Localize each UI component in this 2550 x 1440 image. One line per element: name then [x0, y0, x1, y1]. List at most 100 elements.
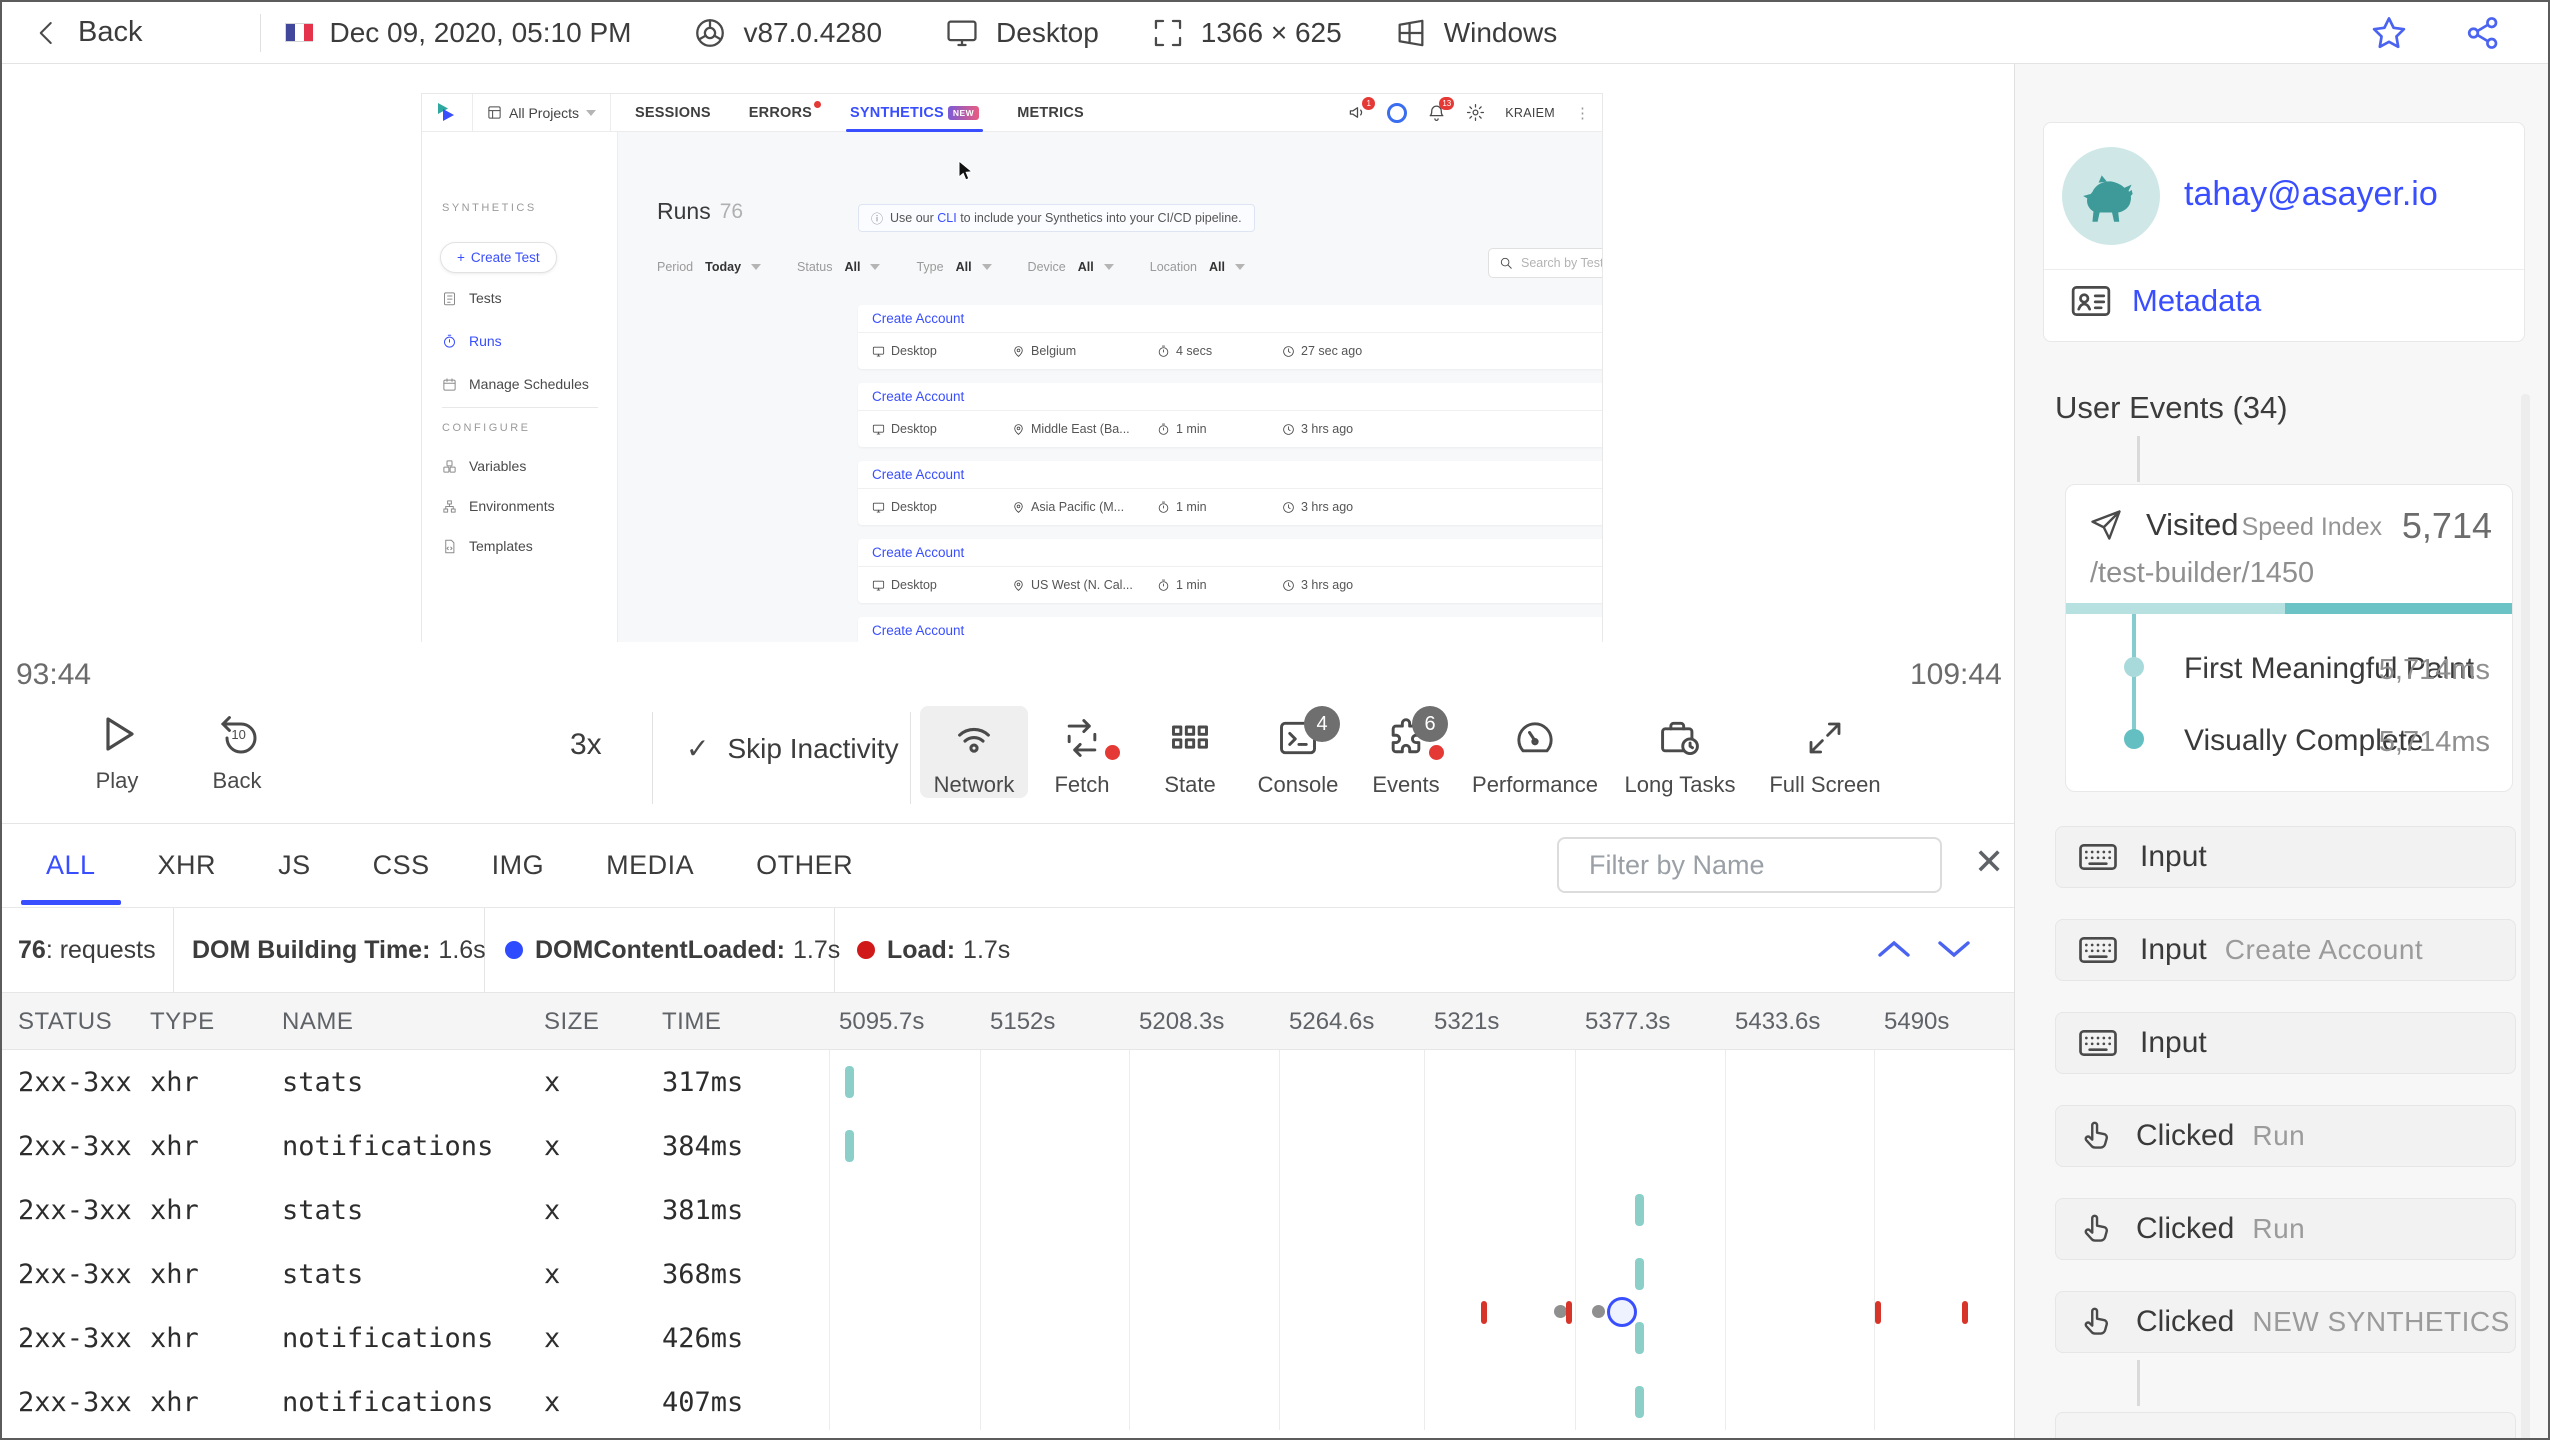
- long-tasks-panel-button[interactable]: Long Tasks: [1610, 706, 1750, 798]
- request-time: 426ms: [662, 1323, 744, 1354]
- network-request-row[interactable]: 2xx-3xx xhr stats x 368ms: [2, 1242, 2014, 1306]
- request-size: x: [544, 1131, 561, 1162]
- run-card[interactable]: Create Account Desktop Middle East (Ba..…: [858, 383, 1602, 447]
- run-name-link[interactable]: Create Account: [872, 467, 964, 482]
- tab-media[interactable]: MEDIA: [606, 824, 694, 908]
- sidebar-item-manage-schedules[interactable]: Manage Schedules: [442, 376, 589, 392]
- run-card[interactable]: Create Account Desktop US West (N. Cal..…: [858, 539, 1602, 603]
- event-card-input[interactable]: Input Create Account: [2055, 919, 2516, 981]
- events-panel-button[interactable]: 6 Events: [1352, 706, 1460, 798]
- dom-building-time-stat: DOM Building Time: 1.6s: [174, 908, 486, 992]
- tab-metrics[interactable]: METRICS: [1017, 94, 1084, 132]
- tab-all[interactable]: ALL: [21, 824, 120, 908]
- sidebar-item-variables[interactable]: Variables: [442, 458, 526, 474]
- project-selector-label: All Projects: [509, 104, 580, 121]
- network-request-row[interactable]: 2xx-3xx xhr notifications x 384ms: [2, 1114, 2014, 1178]
- sidebar-section-synthetics: SYNTHETICS: [442, 202, 537, 214]
- test-search-input[interactable]: [1521, 256, 1602, 270]
- divider: [910, 712, 911, 804]
- cli-link[interactable]: CLI: [937, 211, 956, 225]
- sidebar-item-templates[interactable]: Templates: [442, 538, 533, 554]
- tab-xhr[interactable]: XHR: [158, 824, 217, 908]
- kebab-menu-icon[interactable]: ⋮: [1575, 104, 1590, 122]
- svg-text:10: 10: [231, 727, 245, 742]
- state-panel-button[interactable]: State: [1136, 706, 1244, 798]
- skip-inactivity-toggle[interactable]: ✓ Skip Inactivity: [686, 732, 899, 765]
- close-panel-icon[interactable]: ✕: [1974, 844, 2004, 880]
- user-menu[interactable]: KRAIEM: [1505, 106, 1555, 120]
- timeline-playhead[interactable]: [1607, 1297, 1637, 1327]
- back-10-seconds-button[interactable]: 10 Back: [182, 710, 292, 794]
- run-name-link[interactable]: Create Account: [872, 545, 964, 560]
- request-type: xhr: [150, 1387, 199, 1418]
- network-filter-input[interactable]: [1589, 849, 1943, 881]
- back-button[interactable]: Back: [32, 16, 142, 49]
- tab-css[interactable]: CSS: [373, 824, 430, 908]
- event-card-input[interactable]: Input: [2055, 1012, 2516, 1074]
- play-button[interactable]: Play: [62, 710, 172, 794]
- tab-img[interactable]: IMG: [492, 824, 545, 908]
- request-status: 2xx-3xx: [18, 1387, 132, 1418]
- event-card-partial[interactable]: [2055, 1412, 2516, 1438]
- sidebar-item-environments[interactable]: Environments: [442, 498, 555, 514]
- console-panel-button[interactable]: 4 Console: [1244, 706, 1352, 798]
- run-card[interactable]: Create Account Desktop Asia Pacific (M..…: [858, 461, 1602, 525]
- run-device: Desktop: [891, 500, 937, 514]
- run-name-link[interactable]: Create Account: [872, 311, 964, 326]
- visited-event-card[interactable]: Visited Speed Index 5,714 /test-builder/…: [2065, 484, 2513, 792]
- favorite-star-icon[interactable]: [2370, 14, 2408, 52]
- playback-speed-button[interactable]: 3x: [570, 728, 602, 762]
- first-meaningful-paint-metric: First Meaningful Paint 5,714ms: [2066, 647, 2512, 687]
- jump-next-icon[interactable]: [1934, 936, 1974, 962]
- fetch-panel-button[interactable]: Fetch: [1028, 706, 1136, 798]
- events-scrollbar-track[interactable]: [2521, 394, 2530, 1438]
- announcements-icon[interactable]: 1: [1348, 97, 1376, 122]
- run-name-link[interactable]: Create Account: [872, 623, 964, 638]
- tab-other[interactable]: OTHER: [756, 824, 853, 908]
- event-connector-line: [2137, 436, 2140, 482]
- network-request-row[interactable]: 2xx-3xx xhr notifications x 407ms: [2, 1370, 2014, 1434]
- run-card[interactable]: Create Account Desktop Canada (Central..…: [858, 617, 1602, 642]
- viewport-brackets-icon: [1151, 16, 1185, 50]
- network-request-row[interactable]: 2xx-3xx xhr notifications x 426ms: [2, 1306, 2014, 1370]
- notifications-bell-icon[interactable]: 13: [1427, 97, 1455, 122]
- device-info: Desktop: [944, 16, 1099, 50]
- full-screen-button[interactable]: Full Screen: [1750, 706, 1900, 798]
- filter-value-period[interactable]: Today: [705, 260, 741, 274]
- performance-panel-button[interactable]: Performance: [1460, 706, 1610, 798]
- settings-gear-icon[interactable]: [1466, 103, 1485, 122]
- metadata-button[interactable]: Metadata: [2070, 283, 2261, 319]
- tab-synthetics[interactable]: SYNTHETICS NEW: [846, 94, 984, 132]
- tab-sessions[interactable]: SESSIONS: [635, 94, 711, 132]
- sidebar-item-tests[interactable]: Tests: [442, 290, 502, 306]
- player-timeline: 93:44 109:44: [2, 642, 2014, 1327]
- network-panel-button[interactable]: Network: [920, 706, 1028, 798]
- event-card-clicked[interactable]: Clicked Run: [2055, 1105, 2516, 1167]
- user-email-link[interactable]: tahay@asayer.io: [2184, 175, 2438, 214]
- sidebar-item-runs[interactable]: Runs: [442, 333, 502, 349]
- request-status: 2xx-3xx: [18, 1323, 132, 1354]
- tab-js[interactable]: JS: [278, 824, 311, 908]
- request-type: xhr: [150, 1259, 199, 1290]
- event-card-clicked[interactable]: Clicked Run: [2055, 1198, 2516, 1260]
- replayed-mouse-cursor: [958, 160, 975, 182]
- network-request-row[interactable]: 2xx-3xx xhr stats x 317ms: [2, 1050, 2014, 1114]
- filter-value-device[interactable]: All: [1078, 260, 1094, 274]
- run-name-link[interactable]: Create Account: [872, 389, 964, 404]
- tab-errors[interactable]: ERRORS: [749, 94, 822, 132]
- time-tick: 5321s: [1434, 1008, 1500, 1035]
- filter-value-location[interactable]: All: [1209, 260, 1225, 274]
- network-request-row[interactable]: 2xx-3xx xhr stats x 381ms: [2, 1178, 2014, 1242]
- timeline-error-marker: [1962, 1301, 1968, 1324]
- filter-value-status[interactable]: All: [844, 260, 860, 274]
- share-icon[interactable]: [2464, 14, 2502, 52]
- event-card-clicked[interactable]: Clicked NEW SYNTHETICS: [2055, 1291, 2516, 1353]
- filter-label-type: Type: [916, 260, 944, 274]
- event-card-input[interactable]: Input: [2055, 826, 2516, 888]
- run-card[interactable]: Create Account Desktop Belgium 4 secs 27…: [858, 305, 1602, 369]
- jump-previous-icon[interactable]: [1874, 936, 1914, 962]
- create-test-button[interactable]: + Create Test: [440, 242, 557, 273]
- project-selector[interactable]: All Projects: [473, 94, 612, 132]
- chevron-down-icon: [751, 264, 762, 270]
- filter-value-type[interactable]: All: [956, 260, 972, 274]
